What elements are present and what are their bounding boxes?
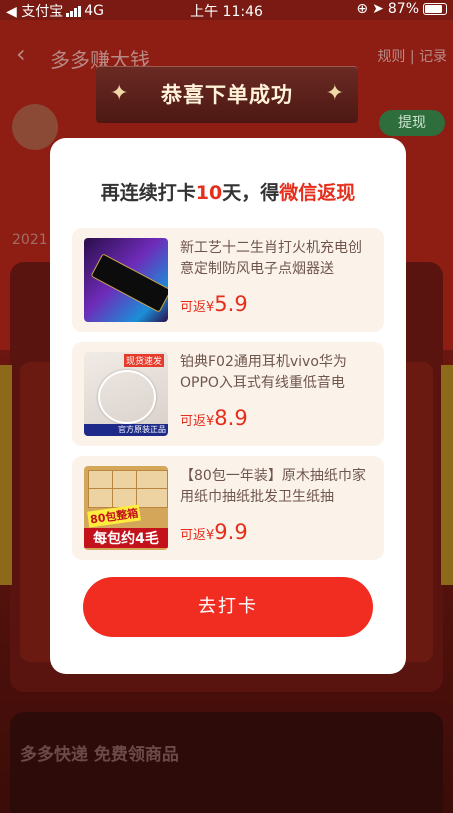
- dialog-headline: 再连续打卡10天，得微信返现: [50, 178, 406, 205]
- headline-text: 再连续打卡: [100, 182, 196, 204]
- battery-percent: 87%: [387, 1, 419, 17]
- headline-text: 天，得: [222, 182, 280, 204]
- rules-records-links[interactable]: 规则 | 记录: [377, 46, 447, 66]
- headline-highlight: 微信返现: [279, 182, 356, 204]
- location-icon: ➤: [372, 1, 384, 17]
- product-item[interactable]: 现货速发 官方原装正品 铂典F02通用耳机vivo华为OPPO入耳式有线重低音电…: [72, 342, 384, 446]
- product-item[interactable]: 80包整箱 每包约4毛 【80包一年装】原木抽纸巾家用纸巾抽纸批发卫生纸抽 可返…: [72, 456, 384, 560]
- sparkle-icon: ✦: [325, 81, 344, 106]
- product-name: 铂典F02通用耳机vivo华为OPPO入耳式有线重低音电: [180, 354, 347, 391]
- success-banner: ✦ 恭喜下单成功 ✦: [96, 66, 358, 123]
- avatar: [12, 104, 58, 150]
- product-image-label: 每包约4毛: [84, 528, 168, 548]
- status-bar: ◀ 支付宝 4G 上午 11:46 ⊕ ➤ 87%: [0, 0, 453, 20]
- battery-icon: [423, 3, 447, 15]
- product-item[interactable]: 新工艺十二生肖打火机充电创意定制防风电子点烟器送 可返¥5.9: [72, 228, 384, 332]
- product-image: 现货速发 官方原装正品: [84, 352, 168, 436]
- orientation-lock-icon: ⊕: [356, 1, 369, 17]
- product-image: 80包整箱 每包约4毛: [84, 466, 168, 550]
- product-name: 【80包一年装】原木抽纸巾家用纸巾抽纸批发卫生纸抽: [180, 468, 366, 505]
- product-name: 新工艺十二生肖打火机充电创意定制防风电子点烟器送: [180, 240, 362, 277]
- background-decoration: [441, 365, 453, 585]
- section-title: 多多快递 免费领商品: [20, 745, 179, 765]
- headline-days: 10: [195, 182, 223, 204]
- year-text: 2021: [12, 232, 48, 248]
- background-decoration: [0, 365, 12, 585]
- product-cashback: 可返¥5.9: [180, 292, 248, 316]
- product-cashback: 可返¥9.9: [180, 520, 248, 544]
- product-image-tag: 现货速发: [123, 354, 164, 367]
- banner-title: 恭喜下单成功: [161, 83, 293, 107]
- reward-dialog: 再连续打卡10天，得微信返现 新工艺十二生肖打火机充电创意定制防风电子点烟器送 …: [50, 138, 406, 674]
- product-image: [84, 238, 168, 322]
- product-image-bar: 官方原装正品: [84, 424, 168, 436]
- product-cashback: 可返¥8.9: [180, 406, 248, 430]
- cash-out-button[interactable]: 提现: [379, 110, 445, 136]
- chevron-left-icon[interactable]: ‹: [16, 40, 26, 68]
- check-in-button[interactable]: 去打卡: [83, 577, 373, 637]
